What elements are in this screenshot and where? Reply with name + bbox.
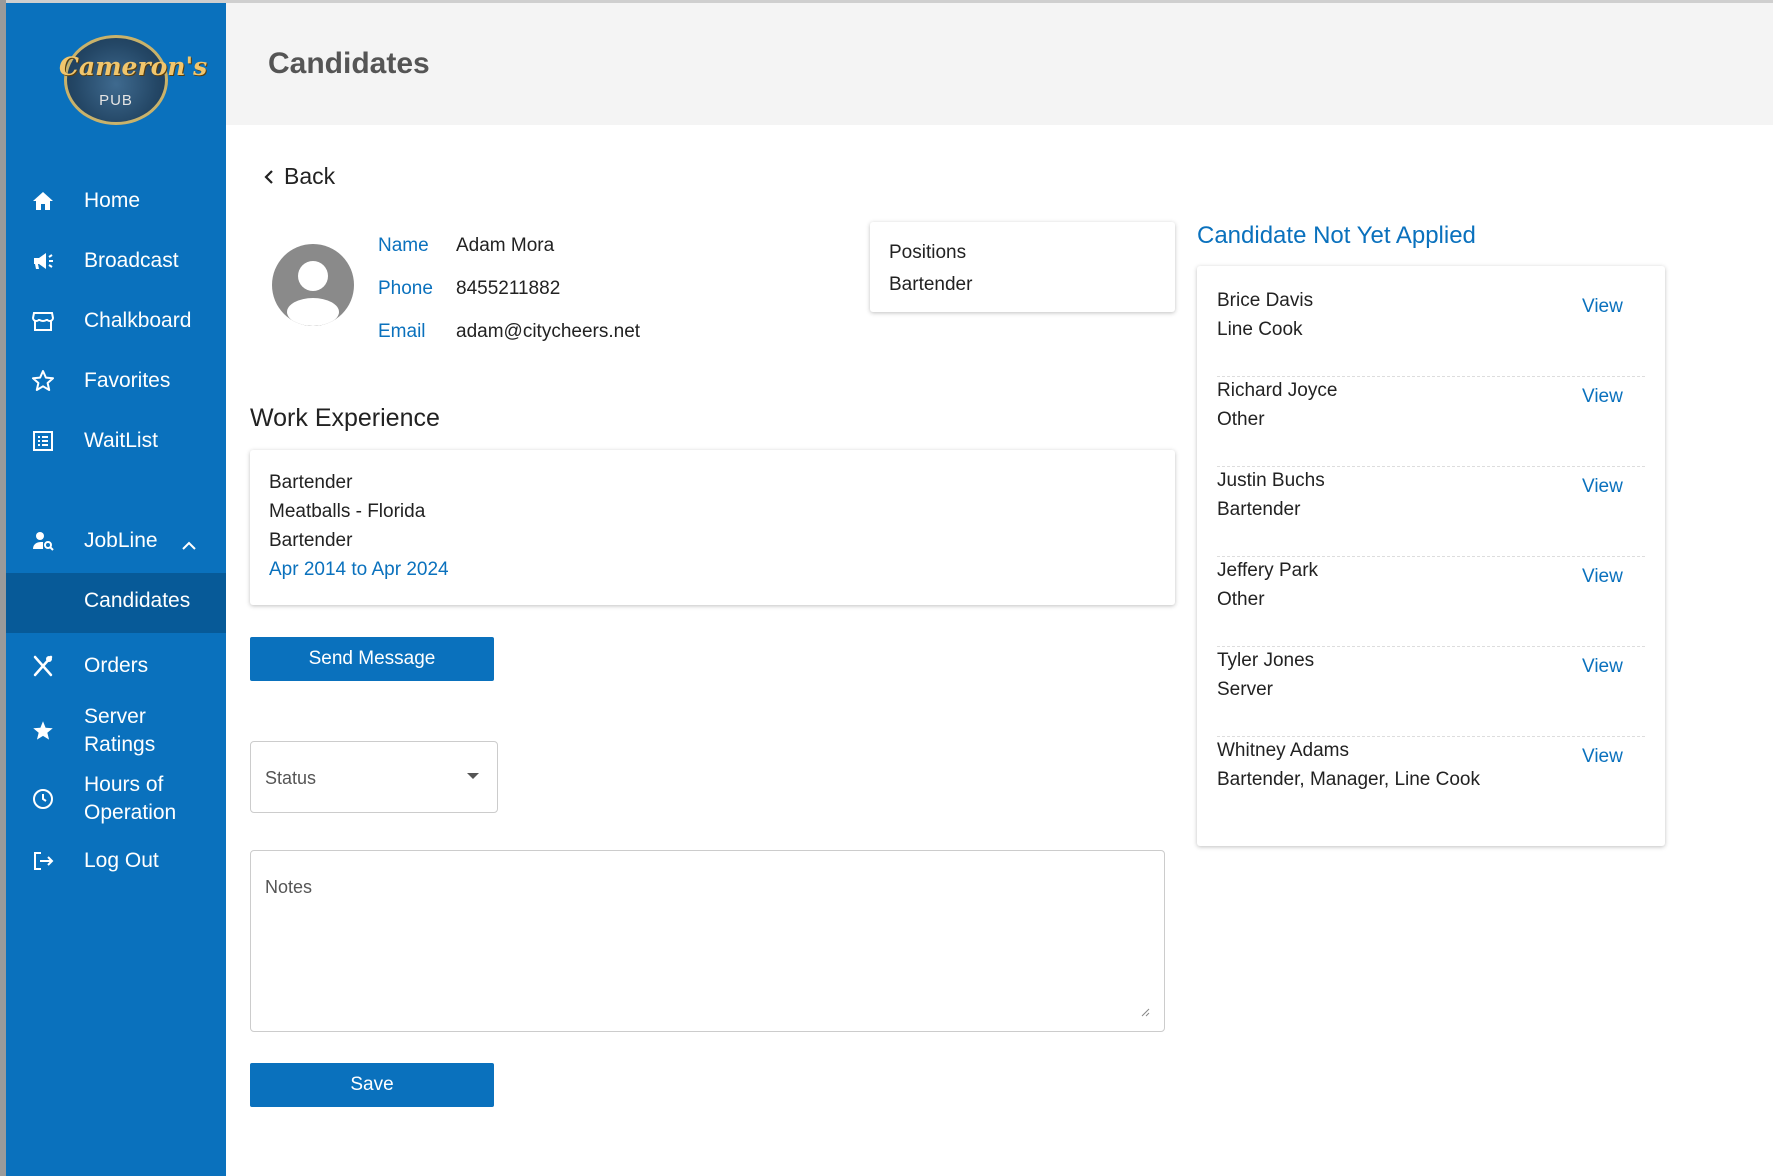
nav-label-favorites: Favorites [84, 369, 171, 392]
work-experience-card: Bartender Meatballs - Florida Bartender … [250, 450, 1175, 605]
nav-item-waitlist[interactable]: WaitList [6, 413, 226, 469]
nav-item-server-ratings[interactable]: Server Ratings [6, 703, 226, 759]
resize-grip-icon[interactable] [1140, 1007, 1150, 1017]
status-select[interactable]: Status [250, 741, 498, 813]
person-icon [287, 261, 339, 326]
candidate-phone: 8455211882 [456, 278, 561, 299]
chevron-up-icon [182, 533, 196, 557]
nav-label-server-ratings: Server Ratings [84, 705, 156, 756]
utensils-icon [30, 653, 56, 679]
phone-label: Phone [378, 278, 433, 299]
list-icon [30, 428, 56, 454]
nav-label-hours: Hours of Operation [84, 773, 177, 824]
not-applied-title: Candidate Not Yet Applied [1197, 222, 1476, 249]
view-link[interactable]: View [1582, 656, 1623, 678]
divider [1217, 736, 1645, 737]
divider [1217, 646, 1645, 647]
notes-placeholder: Notes [265, 877, 313, 897]
candidate-list-name: Richard Joyce [1217, 380, 1338, 401]
email-label: Email [378, 321, 426, 342]
nav-item-jobline[interactable]: JobLine [6, 513, 226, 569]
megaphone-icon [30, 248, 56, 274]
nav-label-orders: Orders [84, 654, 149, 677]
positions-card: Positions Bartender [870, 222, 1175, 312]
divider [1217, 376, 1645, 377]
list-item: Jeffery Park Other View [1217, 560, 1645, 650]
sidebar: Cameron's PUB Home Broadcast Chalkboard … [6, 3, 226, 1176]
list-item: Whitney Adams Bartender, Manager, Line C… [1217, 740, 1645, 830]
view-link[interactable]: View [1582, 386, 1623, 408]
view-link[interactable]: View [1582, 746, 1623, 768]
nav-item-orders[interactable]: Orders [6, 638, 226, 694]
candidate-list-name: Jeffery Park [1217, 560, 1319, 581]
candidate-list-name: Whitney Adams [1217, 740, 1349, 761]
brand-name: Cameron's [59, 52, 208, 81]
list-item: Justin Buchs Bartender View [1217, 470, 1645, 560]
view-link[interactable]: View [1582, 566, 1623, 588]
candidate-list-name: Justin Buchs [1217, 470, 1325, 491]
page-header: Candidates [226, 3, 1773, 125]
candidate-list-position: Bartender [1217, 499, 1301, 520]
candidate-list-name: Tyler Jones [1217, 650, 1315, 671]
experience-company: Meatballs - Florida [269, 501, 426, 522]
list-item: Brice Davis Line Cook View [1217, 290, 1645, 380]
save-button[interactable]: Save [250, 1063, 494, 1107]
divider [1217, 466, 1645, 467]
divider [1217, 556, 1645, 557]
candidate-list-name: Brice Davis [1217, 290, 1314, 311]
nav-item-candidates[interactable]: Candidates [6, 573, 226, 633]
page-title: Candidates [268, 47, 430, 80]
experience-role: Bartender [269, 530, 353, 551]
positions-value: Bartender [889, 274, 973, 295]
candidate-email: adam@citycheers.net [456, 321, 641, 342]
experience-dates: Apr 2014 to Apr 2024 [269, 559, 449, 580]
nav-item-broadcast[interactable]: Broadcast [6, 233, 226, 289]
nav-label-waitlist: WaitList [84, 429, 158, 452]
star-outline-icon [30, 368, 56, 394]
candidate-list-position: Other [1217, 409, 1265, 430]
view-link[interactable]: View [1582, 296, 1623, 318]
person-search-icon [30, 528, 56, 554]
candidate-list-position: Line Cook [1217, 319, 1303, 340]
brand-logo[interactable]: Cameron's PUB [59, 35, 207, 125]
avatar [272, 244, 354, 326]
star-sparkle-icon [30, 718, 56, 744]
back-link[interactable]: Back [264, 163, 335, 190]
nav-item-hours[interactable]: Hours of Operation [6, 771, 226, 827]
not-applied-card: Brice Davis Line Cook View Richard Joyce… [1197, 266, 1665, 846]
nav-label-broadcast: Broadcast [84, 249, 179, 272]
nav-item-home[interactable]: Home [6, 173, 226, 229]
nav-item-chalkboard[interactable]: Chalkboard [6, 293, 226, 349]
candidate-name: Adam Mora [456, 235, 555, 256]
nav-label-chalkboard: Chalkboard [84, 309, 192, 332]
status-placeholder: Status [265, 768, 317, 788]
nav-item-logout[interactable]: Log Out [6, 833, 226, 889]
list-item: Richard Joyce Other View [1217, 380, 1645, 470]
notes-textarea[interactable]: Notes [250, 850, 1165, 1032]
brand-sub: PUB [99, 92, 133, 109]
send-message-button[interactable]: Send Message [250, 637, 494, 681]
view-link[interactable]: View [1582, 476, 1623, 498]
name-label: Name [378, 235, 429, 256]
caret-down-icon [467, 773, 479, 779]
candidate-list-position: Server [1217, 679, 1273, 700]
list-item: Tyler Jones Server View [1217, 650, 1645, 740]
clock-icon [30, 786, 56, 812]
logout-icon [30, 848, 56, 874]
back-label: Back [284, 163, 336, 189]
nav-label-candidates: Candidates [84, 589, 191, 612]
nav-label-jobline: JobLine [84, 529, 158, 552]
candidate-list-position: Other [1217, 589, 1265, 610]
nav-label-home: Home [84, 189, 141, 212]
nav-item-favorites[interactable]: Favorites [6, 353, 226, 409]
work-experience-title: Work Experience [250, 404, 440, 432]
storefront-icon [30, 308, 56, 334]
home-icon [30, 188, 56, 214]
experience-title: Bartender [269, 472, 353, 493]
candidate-list-position: Bartender, Manager, Line Cook [1217, 769, 1481, 790]
positions-label: Positions [889, 242, 967, 263]
chevron-left-icon [264, 169, 273, 184]
nav-label-logout: Log Out [84, 849, 159, 872]
